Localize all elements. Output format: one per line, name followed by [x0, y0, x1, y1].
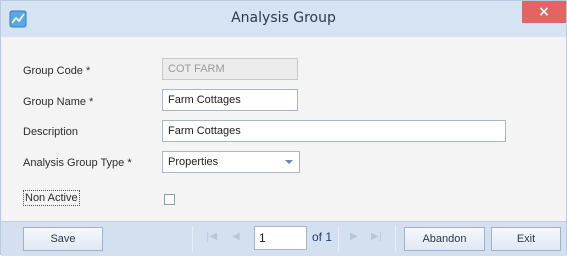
- title-bar: Analysis Group ×: [1, 1, 566, 38]
- description-label: Description: [23, 126, 79, 138]
- analysis-group-dialog: Analysis Group × Group Code * COT FARM G…: [0, 0, 567, 256]
- previous-page-icon[interactable]: ◀: [232, 231, 240, 242]
- group-name-label: Group Name *: [23, 96, 94, 108]
- non-active-label: Non Active: [23, 190, 80, 206]
- analysis-group-type-label: Analysis Group Type *: [23, 157, 132, 169]
- analysis-group-type-value: Properties: [168, 156, 219, 168]
- group-code-label: Group Code *: [23, 65, 91, 77]
- next-page-icon[interactable]: ▶: [350, 231, 358, 242]
- page-total-label: of 1: [312, 230, 333, 244]
- description-field[interactable]: Farm Cottages: [162, 120, 506, 142]
- group-name-field[interactable]: Farm Cottages: [162, 89, 298, 111]
- nav-separator: [192, 226, 193, 252]
- abandon-button[interactable]: Abandon: [404, 227, 485, 251]
- analysis-group-type-dropdown[interactable]: Properties: [162, 151, 300, 173]
- save-button[interactable]: Save: [23, 227, 103, 251]
- last-page-icon[interactable]: ▶|: [371, 231, 382, 242]
- nav-separator: [338, 226, 339, 252]
- page-number-input[interactable]: 1: [254, 226, 307, 250]
- chevron-down-icon[interactable]: [285, 160, 293, 164]
- first-page-icon[interactable]: |◀: [206, 231, 217, 242]
- exit-button[interactable]: Exit: [491, 227, 561, 251]
- footer-bar: Save |◀ ◀ 1 of 1 ▶ ▶| Abandon Exit: [1, 221, 566, 256]
- non-active-checkbox[interactable]: [164, 194, 175, 205]
- nav-separator: [395, 226, 396, 252]
- window-title: Analysis Group: [231, 10, 336, 26]
- close-button[interactable]: ×: [522, 1, 566, 23]
- group-code-field[interactable]: COT FARM: [162, 58, 298, 80]
